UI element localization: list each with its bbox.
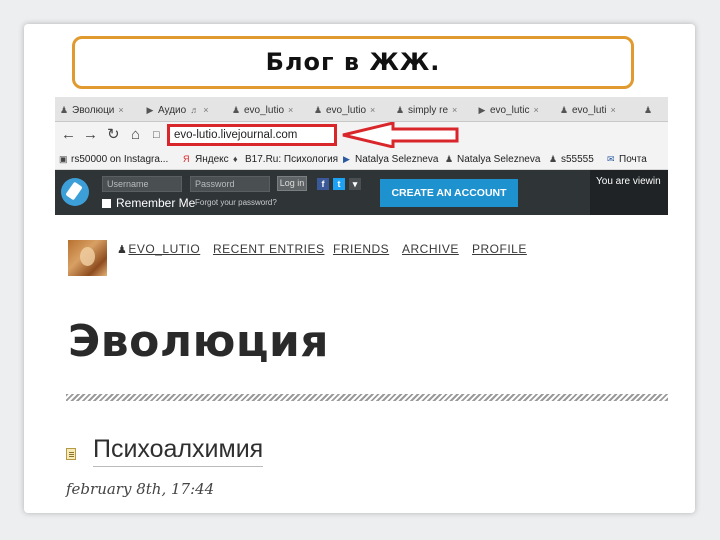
bookmark-label: s55555	[561, 154, 594, 165]
checkbox-icon[interactable]	[102, 199, 111, 209]
user-icon: ♟	[231, 105, 241, 115]
address-bar[interactable]: evo-lutio.livejournal.com	[167, 124, 337, 146]
nav-link-profile[interactable]: PROFILE	[472, 242, 527, 256]
forgot-password-link[interactable]: Forgot your password?	[195, 198, 277, 207]
yandex-icon: Я	[183, 154, 190, 164]
close-icon[interactable]: ×	[452, 105, 457, 115]
entry-date: february 8th, 17:44	[66, 480, 215, 498]
user-icon: ♟	[445, 154, 454, 164]
bookmarks-bar: ▣ rs50000 on Instagra... Я Яндекс ♦ B17.Ru:…	[55, 149, 668, 170]
livejournal-logo-icon[interactable]	[61, 178, 89, 206]
browser-screenshot: ♟ Эволюци × ▶ Аудио ♬ × ♟ evo_lutio × ♟ evo_luti…	[55, 97, 668, 215]
mail-icon: ✉	[607, 154, 615, 164]
nav-link-archive[interactable]: ARCHIVE	[402, 242, 459, 256]
nav-link-recent-entries[interactable]: RECENT ENTRIES	[213, 242, 324, 256]
tab-label: Эволюци	[72, 105, 115, 116]
browser-tab[interactable]: ♟	[643, 100, 667, 120]
tab-label: evo_lutio	[244, 105, 285, 116]
journal-title: Эволюция	[68, 316, 330, 367]
nav-link-friends[interactable]: FRIENDS	[333, 242, 389, 256]
browser-tab[interactable]: ♟ evo_luti ×	[559, 100, 635, 120]
chevron-down-icon[interactable]: ▾	[349, 178, 361, 190]
back-arrow-icon[interactable]: ←	[61, 126, 76, 144]
bookmark-label: Почта	[619, 154, 647, 165]
bookmark-label: B17.Ru: Психология	[245, 154, 339, 165]
bookmark-item[interactable]: ♟ Natalya Selezneva	[445, 151, 540, 168]
close-icon[interactable]: ×	[610, 105, 615, 115]
create-account-button[interactable]: CREATE AN ACCOUNT	[380, 179, 518, 207]
bookmark-label: Яндекс	[195, 154, 229, 165]
user-icon: ♟	[559, 105, 569, 115]
bookmark-label: Natalya Selezneva	[355, 154, 439, 165]
highlight-arrow-icon	[342, 122, 459, 148]
home-icon[interactable]: ⌂	[131, 126, 140, 144]
bookmark-item[interactable]: ▣ rs50000 on Instagra...	[59, 151, 168, 168]
divider	[66, 394, 668, 401]
browser-tab[interactable]: ♟ simply re ×	[395, 100, 471, 120]
forward-arrow-icon[interactable]: →	[83, 126, 98, 144]
twitter-icon[interactable]: t	[333, 178, 345, 190]
play-icon: ▶	[146, 105, 154, 115]
remember-me-checkbox[interactable]: Remember Me	[102, 196, 195, 210]
password-field[interactable]: Password	[190, 176, 270, 192]
play-icon: ▶	[343, 154, 350, 164]
browser-tab[interactable]: ▶ Аудио ♬ ×	[145, 100, 225, 120]
slide-title: Блог в ЖЖ.	[265, 48, 441, 76]
user-icon: ♟	[313, 105, 323, 115]
bookmark-item[interactable]: ♦ B17.Ru: Психология	[233, 151, 338, 168]
user-icon: ♟	[643, 105, 653, 115]
slide-title-box: Блог в ЖЖ.	[72, 36, 634, 89]
user-icon: ♟	[59, 105, 69, 115]
browser-tab[interactable]: ♟ evo_lutio ×	[231, 100, 307, 120]
nav-label: EVO_LUTIO	[128, 242, 201, 256]
browser-tab[interactable]: ♟ Эволюци ×	[59, 100, 135, 120]
instagram-icon: ▣	[59, 154, 68, 164]
close-icon[interactable]: ×	[118, 105, 123, 115]
user-icon: ♟	[549, 154, 558, 164]
avatar[interactable]	[68, 240, 107, 276]
bookmark-label: rs50000 on Instagra...	[71, 154, 169, 165]
bookmark-item[interactable]: Я Яндекс	[183, 151, 229, 168]
close-icon[interactable]: ×	[533, 105, 538, 115]
tab-label: evo_luti	[572, 105, 607, 116]
browser-tab-strip: ♟ Эволюци × ▶ Аудио ♬ × ♟ evo_lutio × ♟ evo_luti…	[55, 97, 668, 122]
bookmark-item[interactable]: ♟ s55555	[549, 151, 594, 168]
username-field[interactable]: Username	[102, 176, 182, 192]
bookmark-label: Natalya Selezneva	[457, 154, 541, 165]
login-button[interactable]: Log in	[277, 176, 307, 191]
browser-tab[interactable]: ▶ evo_lutic ×	[477, 100, 553, 120]
close-icon[interactable]: ×	[370, 105, 375, 115]
remember-me-label: Remember Me	[116, 196, 196, 210]
livejournal-topbar: Username Password Log in Remember Me For…	[55, 170, 668, 215]
nav-link-evo-lutio[interactable]: ♟EVO_LUTIO	[117, 242, 200, 256]
page-icon: □	[153, 129, 160, 141]
close-icon[interactable]: ×	[203, 105, 208, 115]
tab-label: evo_lutio	[326, 105, 367, 116]
user-icon: ♟	[117, 244, 128, 256]
journal-nav: ♟EVO_LUTIO RECENT ENTRIES FRIENDS ARCHIV…	[68, 240, 668, 276]
speaker-icon: ♬	[190, 105, 200, 115]
facebook-icon[interactable]: f	[317, 178, 329, 190]
folder-icon: ♦	[233, 154, 238, 164]
entry-title-link[interactable]: Психоалхимия	[93, 435, 264, 467]
document-icon	[66, 448, 76, 460]
browser-tab[interactable]: ♟ evo_lutio ×	[313, 100, 389, 120]
bookmark-item[interactable]: ▶ Natalya Selezneva	[343, 151, 438, 168]
tab-label: Аудио	[158, 105, 187, 116]
bookmark-item[interactable]: ✉ Почта	[607, 151, 647, 168]
browser-toolbar: ← → ↻ ⌂ □ evo-lutio.livejournal.com	[55, 122, 668, 148]
tab-label: simply re	[408, 105, 449, 116]
user-icon: ♟	[395, 105, 405, 115]
tab-label: evo_lutic	[490, 105, 530, 116]
close-icon[interactable]: ×	[288, 105, 293, 115]
reload-icon[interactable]: ↻	[107, 126, 120, 144]
play-icon: ▶	[478, 105, 486, 115]
viewing-notice: You are viewin	[590, 170, 668, 215]
